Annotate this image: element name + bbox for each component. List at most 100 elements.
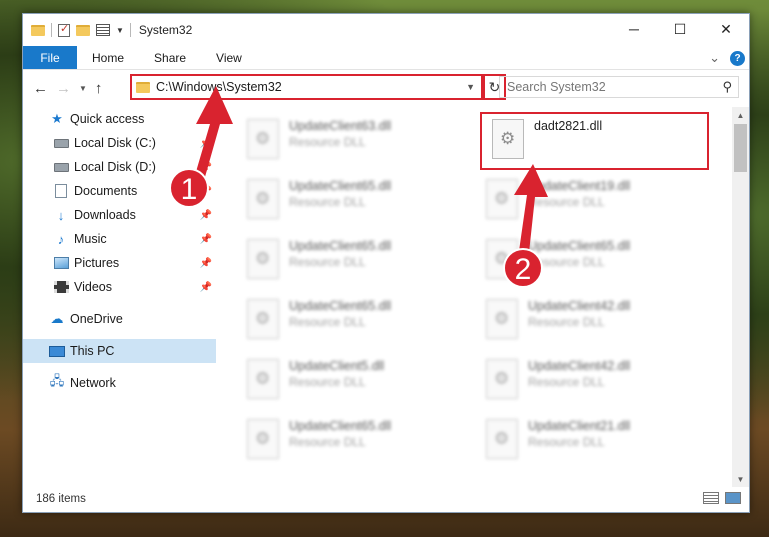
pin-icon[interactable]: 📌 bbox=[200, 282, 212, 293]
forward-arrow-icon[interactable]: → bbox=[56, 80, 71, 97]
scroll-down-icon[interactable]: ▼ bbox=[732, 471, 749, 487]
customize-toolbar-icon[interactable]: ▼ bbox=[116, 26, 124, 35]
tab-home[interactable]: Home bbox=[77, 46, 139, 69]
file-type: Resource DLL bbox=[528, 315, 605, 329]
file-item-dadt2821[interactable]: dadt2821.dll bbox=[483, 113, 713, 169]
close-button[interactable]: ✕ bbox=[703, 14, 749, 44]
music-icon: ♪ bbox=[57, 231, 65, 247]
sidebar-item-videos[interactable]: Videos 📌 bbox=[23, 275, 216, 299]
recent-locations-chevron-icon[interactable]: ▼ bbox=[79, 84, 87, 93]
minimize-button[interactable]: ─ bbox=[611, 14, 657, 44]
pin-icon[interactable]: 📌 bbox=[200, 162, 212, 173]
sidebar-item-this-pc[interactable]: This PC bbox=[23, 339, 216, 363]
file-name: UpdateClient65.dll bbox=[289, 179, 392, 193]
large-icons-view-icon[interactable] bbox=[725, 492, 741, 504]
disk-icon bbox=[53, 138, 69, 148]
folder-icon bbox=[31, 24, 45, 36]
tab-view[interactable]: View bbox=[201, 46, 257, 69]
pin-icon[interactable]: 📌 bbox=[200, 138, 212, 149]
pin-icon[interactable]: 📌 bbox=[200, 258, 212, 269]
address-bar[interactable]: C:\Windows\System32 ▼ bbox=[130, 74, 483, 100]
sidebar-item-label: Videos bbox=[74, 280, 112, 294]
star-icon: ★ bbox=[51, 111, 63, 126]
sidebar-item-label: Music bbox=[74, 232, 107, 246]
up-arrow-icon[interactable]: ↑ bbox=[95, 80, 103, 97]
navigation-pane: ★ Quick access Local Disk (C:) 📌 Local D… bbox=[23, 107, 216, 487]
file-item[interactable]: UpdateClient5.dll Resource DLL bbox=[238, 353, 468, 409]
file-name: UpdateClient65.dll bbox=[289, 239, 392, 253]
sidebar-item-pictures[interactable]: Pictures 📌 bbox=[23, 251, 216, 275]
file-item[interactable]: UpdateClient65.dll Resource DLL bbox=[477, 233, 707, 289]
back-arrow-icon[interactable]: ← bbox=[33, 80, 48, 97]
file-item[interactable]: UpdateClient65.dll Resource DLL bbox=[238, 173, 468, 229]
help-icon[interactable]: ? bbox=[730, 50, 745, 66]
file-name: UpdateClient42.dll bbox=[528, 299, 631, 313]
sidebar-item-network[interactable]: 🖧 Network bbox=[23, 371, 216, 395]
properties-icon[interactable] bbox=[58, 22, 70, 37]
sidebar-item-label: Network bbox=[70, 376, 116, 390]
file-item[interactable]: UpdateClient42.dll Resource DLL bbox=[477, 293, 707, 349]
expand-ribbon-icon[interactable]: ⌄ bbox=[709, 50, 720, 66]
folder-icon bbox=[136, 81, 150, 93]
tab-share[interactable]: Share bbox=[139, 46, 201, 69]
file-item[interactable]: UpdateClient65.dll Resource DLL bbox=[238, 413, 468, 469]
downloads-icon: ↓ bbox=[57, 207, 65, 223]
file-name: UpdateClient5.dll bbox=[289, 359, 385, 373]
sidebar-item-local-disk-d[interactable]: Local Disk (D:) 📌 bbox=[23, 155, 216, 179]
navigation-buttons: ← → ▼ ↑ bbox=[23, 80, 102, 97]
file-name: UpdateClient65.dll bbox=[289, 419, 392, 433]
item-count: 186 items bbox=[36, 493, 86, 505]
address-path[interactable]: C:\Windows\System32 bbox=[156, 80, 282, 94]
file-item[interactable]: UpdateClient65.dll Resource DLL bbox=[238, 233, 468, 289]
file-type: Resource DLL bbox=[528, 195, 605, 209]
search-placeholder: Search System32 bbox=[507, 80, 606, 94]
file-type: Resource DLL bbox=[289, 435, 366, 449]
file-item[interactable]: UpdateClient42.dll Resource DLL bbox=[477, 353, 707, 409]
sidebar-item-label: Downloads bbox=[74, 208, 136, 222]
sidebar-item-label: OneDrive bbox=[70, 312, 123, 326]
videos-icon bbox=[53, 281, 69, 293]
file-item[interactable]: UpdateClient65.dll Resource DLL bbox=[238, 293, 468, 349]
dll-file-icon bbox=[486, 359, 518, 399]
disk-icon bbox=[53, 162, 69, 172]
dll-file-icon bbox=[247, 359, 279, 399]
sidebar-item-documents[interactable]: Documents 📌 bbox=[23, 179, 216, 203]
file-type: Resource DLL bbox=[528, 375, 605, 389]
file-type: Resource DLL bbox=[289, 315, 366, 329]
sidebar-item-downloads[interactable]: ↓ Downloads 📌 bbox=[23, 203, 216, 227]
scrollbar-thumb[interactable] bbox=[734, 124, 747, 172]
pin-icon[interactable]: 📌 bbox=[200, 210, 212, 221]
details-view-icon[interactable] bbox=[703, 492, 719, 504]
file-name: UpdateClient42.dll bbox=[528, 359, 631, 373]
file-name: UpdateClient65.dll bbox=[289, 299, 392, 313]
window-title: System32 bbox=[138, 23, 193, 37]
pictures-icon bbox=[53, 257, 69, 269]
file-item[interactable]: UpdateClient21.dll Resource DLL bbox=[477, 413, 707, 469]
vertical-scrollbar[interactable]: ▲ ▼ bbox=[732, 107, 749, 487]
scroll-up-icon[interactable]: ▲ bbox=[732, 107, 749, 123]
dll-file-icon bbox=[486, 239, 518, 279]
sidebar-item-music[interactable]: ♪ Music 📌 bbox=[23, 227, 216, 251]
sidebar-item-onedrive[interactable]: ☁ OneDrive bbox=[23, 307, 216, 331]
dll-file-icon bbox=[492, 119, 524, 159]
pin-icon[interactable]: 📌 bbox=[200, 234, 212, 245]
sidebar-item-label: Quick access bbox=[70, 112, 145, 126]
maximize-button[interactable]: ☐ bbox=[657, 14, 703, 44]
dll-file-icon bbox=[486, 179, 518, 219]
new-folder-icon[interactable] bbox=[76, 24, 90, 36]
view-icon[interactable] bbox=[96, 24, 110, 36]
file-item[interactable]: UpdateClient63.dll Resource DLL bbox=[238, 113, 468, 169]
sidebar-item-label: Local Disk (D:) bbox=[74, 160, 156, 174]
chevron-down-icon[interactable]: ▼ bbox=[466, 82, 475, 92]
file-item[interactable]: UpdateClient19.dll Resource DLL bbox=[477, 173, 707, 229]
file-type: Resource DLL bbox=[528, 435, 605, 449]
network-icon: 🖧 bbox=[49, 373, 65, 388]
tab-file[interactable]: File bbox=[23, 46, 77, 69]
quick-access-toolbar: ▼ bbox=[31, 22, 131, 37]
sidebar-item-local-disk-c[interactable]: Local Disk (C:) 📌 bbox=[23, 131, 216, 155]
search-icon: ⚲ bbox=[722, 79, 732, 94]
pin-icon[interactable]: 📌 bbox=[200, 186, 212, 197]
this-pc-icon bbox=[49, 345, 65, 357]
search-input[interactable]: Search System32 ⚲ bbox=[499, 76, 739, 98]
sidebar-item-quick-access[interactable]: ★ Quick access bbox=[23, 107, 216, 131]
